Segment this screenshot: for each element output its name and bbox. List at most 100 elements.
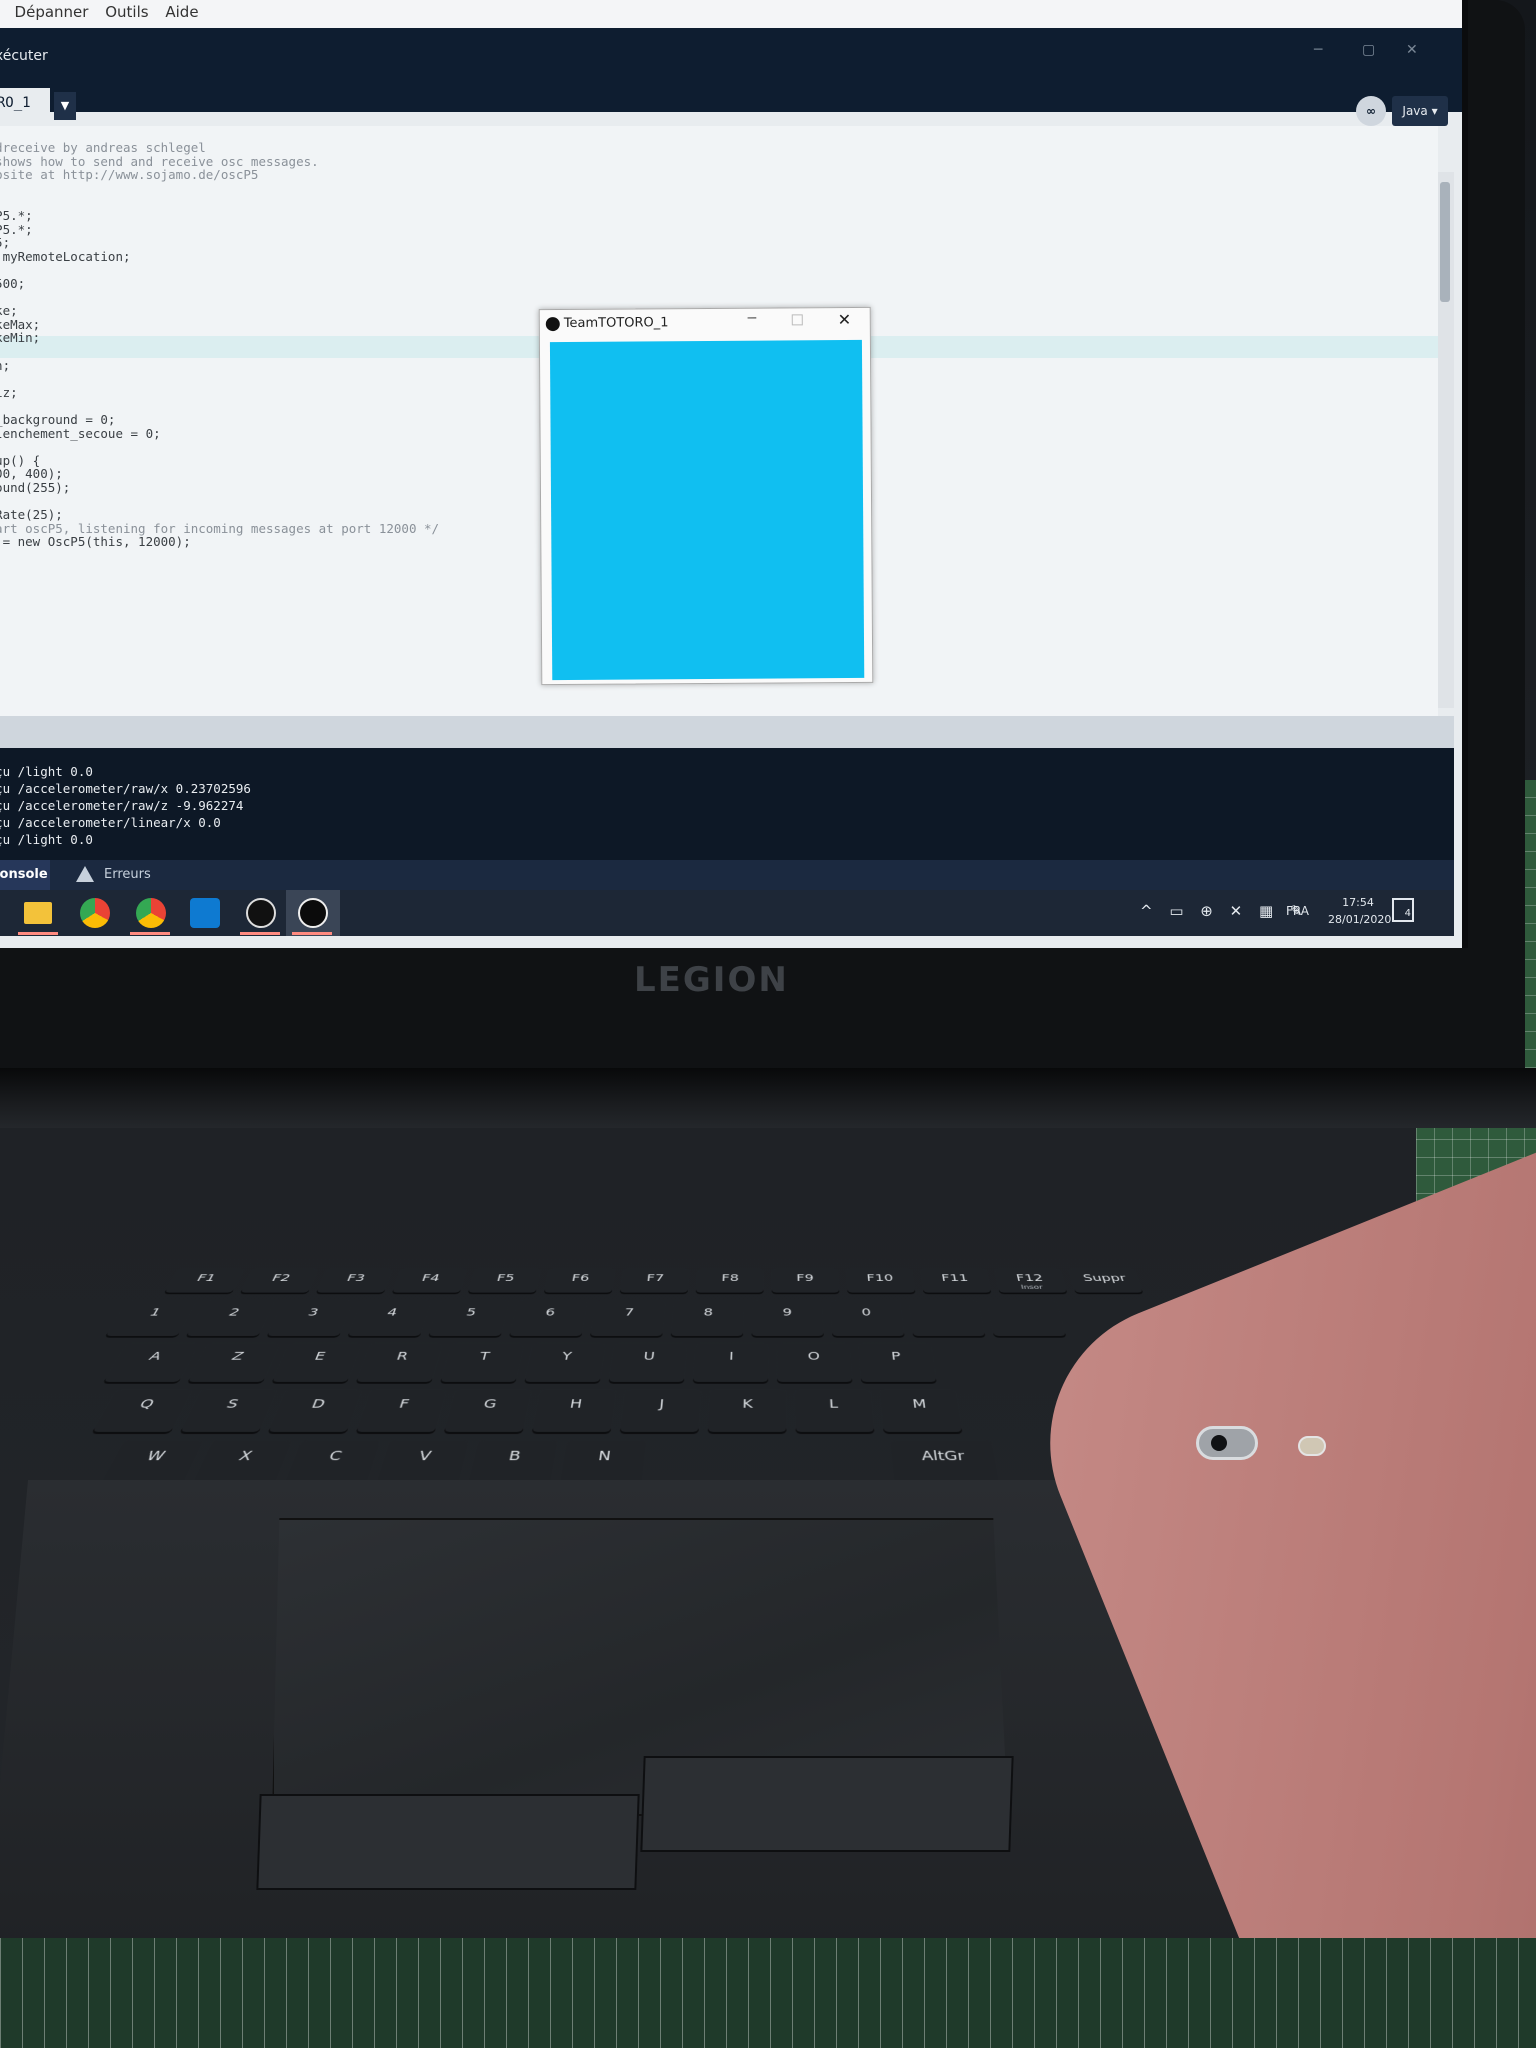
close-icon[interactable]: ✕ (838, 310, 852, 329)
letter-key[interactable]: Z (187, 1343, 281, 1382)
key-label: 2 (226, 1306, 242, 1319)
letter-key[interactable]: O (776, 1343, 853, 1382)
number-key[interactable] (986, 1300, 1067, 1337)
system-tray-icons[interactable]: ^ ▭ ⊕ ✕ ▦ ✎ (1140, 902, 1308, 920)
debugger-icon[interactable]: ∞ (1356, 96, 1386, 126)
console-line: reçu /accelerometer/linear/x 0.0 (0, 815, 221, 830)
editor-scrollbar[interactable] (1438, 172, 1454, 708)
altgr-key[interactable]: AltGr (889, 1440, 1001, 1487)
letter-key[interactable]: X (191, 1440, 293, 1487)
fn-key[interactable]: Suppr (1068, 1268, 1144, 1293)
number-key[interactable]: 4 (347, 1300, 432, 1337)
number-key[interactable]: 0 (830, 1300, 905, 1337)
letter-key[interactable]: C (283, 1440, 381, 1487)
fn-key[interactable]: F6 (543, 1268, 616, 1293)
console-line: reçu /light 0.0 (0, 764, 93, 779)
language-indicator[interactable]: FRA (1286, 904, 1309, 918)
code-line: ground(255); (0, 480, 71, 495)
letter-key[interactable]: H (531, 1389, 617, 1432)
letter-key[interactable]: K (707, 1389, 787, 1432)
letter-key[interactable]: Q (92, 1389, 193, 1432)
fn-key[interactable]: F8 (695, 1268, 764, 1293)
touchpad-left-button[interactable] (256, 1794, 640, 1890)
number-key[interactable]: 7 (589, 1300, 666, 1337)
file-explorer-icon[interactable] (24, 902, 52, 924)
menu-item-aide[interactable]: Aide (165, 3, 198, 21)
number-key[interactable]: 6 (509, 1300, 588, 1337)
letter-key[interactable]: V (375, 1440, 470, 1487)
key-label: 9 (782, 1306, 793, 1319)
fn-key[interactable]: F2 (240, 1268, 319, 1293)
number-key[interactable]: 9 (751, 1300, 824, 1337)
letter-key[interactable]: N (559, 1440, 647, 1487)
tab-errors-label: Erreurs (104, 867, 151, 882)
letter-key[interactable]: D (268, 1389, 363, 1432)
fn-key[interactable]: F12 Insor (994, 1268, 1068, 1293)
number-key[interactable]: 3 (266, 1300, 354, 1337)
letter-key[interactable]: L (794, 1389, 875, 1432)
key-label: 8 (703, 1306, 714, 1319)
menu-item-outils[interactable]: Outils (105, 3, 148, 21)
letter-key[interactable]: P (858, 1343, 937, 1382)
maximize-icon[interactable] (791, 314, 803, 326)
chrome-icon[interactable] (136, 898, 166, 928)
fn-key[interactable]: F9 (771, 1268, 840, 1293)
run-button[interactable]: Exécuter (0, 48, 48, 64)
letter-key[interactable]: U (608, 1343, 688, 1382)
letter-key[interactable]: A (103, 1343, 200, 1382)
sketch-window[interactable]: TeamTOTORO_1 ─ ✕ (538, 306, 874, 686)
mode-select[interactable]: Java ▾ (1392, 96, 1448, 126)
maximize-icon[interactable]: ▢ (1362, 42, 1375, 58)
sketch-canvas[interactable] (549, 339, 865, 681)
minimize-icon[interactable]: ─ (748, 311, 757, 327)
fn-key[interactable]: F7 (619, 1268, 690, 1293)
chrome-icon[interactable] (80, 898, 110, 928)
letter-key[interactable]: M (879, 1389, 963, 1432)
close-icon[interactable]: ✕ (1406, 42, 1418, 58)
notification-icon[interactable]: 4 (1392, 898, 1414, 922)
fn-key[interactable]: F1 (164, 1268, 245, 1293)
menu-item-depanner[interactable]: Dépanner (15, 3, 89, 21)
tab-menu-arrow-icon[interactable]: ▼ (54, 92, 76, 120)
number-key[interactable]: 8 (670, 1300, 744, 1337)
key-label: D (309, 1397, 328, 1412)
tab-console[interactable]: Console (0, 860, 50, 890)
letter-key[interactable]: F (355, 1389, 447, 1432)
number-key[interactable] (908, 1300, 986, 1337)
clock[interactable]: 17:54 28/01/2020 (1328, 894, 1391, 928)
key-label: G (482, 1397, 498, 1412)
letter-key[interactable]: Y (524, 1343, 606, 1382)
processing-icon[interactable] (246, 898, 276, 928)
key-label: F2 (269, 1272, 293, 1284)
number-key[interactable]: 5 (428, 1300, 510, 1337)
touchpad-right-button[interactable] (640, 1756, 1014, 1852)
laptop-hinge (0, 1068, 1536, 1128)
fn-key[interactable]: F4 (392, 1268, 468, 1293)
fn-key[interactable]: F10 (845, 1268, 916, 1293)
letter-key[interactable]: E (271, 1343, 362, 1382)
fn-key[interactable]: F5 (467, 1268, 542, 1293)
vscode-icon[interactable] (190, 898, 220, 928)
flash-icon (1298, 1436, 1326, 1456)
number-key[interactable]: 1 (105, 1300, 198, 1337)
key-label: X (236, 1448, 255, 1464)
letter-key[interactable]: T (440, 1343, 525, 1382)
letter-key[interactable]: J (619, 1389, 702, 1432)
letter-key[interactable]: W (99, 1440, 204, 1487)
letter-key[interactable]: S (180, 1389, 278, 1432)
console-divider[interactable] (0, 716, 1454, 748)
number-key[interactable]: 2 (186, 1300, 276, 1337)
fn-key[interactable]: F3 (316, 1268, 393, 1293)
fn-key[interactable]: F11 (919, 1268, 992, 1293)
tab-errors[interactable]: Erreurs (76, 860, 151, 890)
sketch-run-icon[interactable] (298, 898, 328, 928)
key-label: H (568, 1397, 584, 1412)
running-indicator (240, 932, 280, 935)
code-line: P5 = new OscP5(this, 12000); (0, 534, 191, 550)
letter-key[interactable]: R (356, 1343, 444, 1382)
letter-key[interactable]: G (443, 1389, 532, 1432)
letter-key[interactable]: I (692, 1343, 769, 1382)
sketch-tab[interactable]: TORO_1 (0, 88, 50, 122)
letter-key[interactable]: B (467, 1440, 558, 1487)
minimize-icon[interactable]: ─ (1314, 42, 1322, 58)
